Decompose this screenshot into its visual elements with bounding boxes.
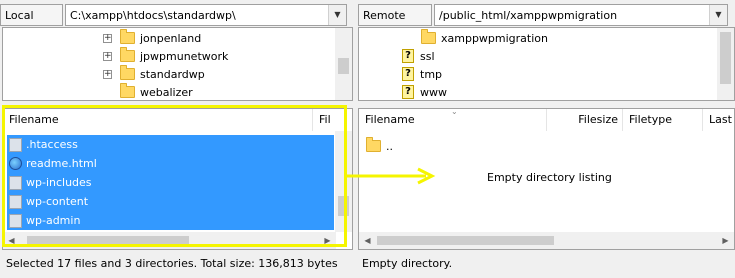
folder-icon	[120, 83, 135, 98]
remote-site-label: Remote site:	[358, 4, 432, 44]
annotation-arrow-icon	[346, 167, 436, 185]
tree-item-label: standardwp	[140, 67, 205, 81]
scroll-left-icon[interactable]: ◀	[359, 232, 376, 249]
tree-item-ssl[interactable]: ? ssl	[402, 47, 435, 65]
local-status-bar: Selected 17 files and 3 directories. Tot…	[6, 257, 338, 270]
column-header-last-modified[interactable]: Last	[703, 109, 734, 131]
scrollbar-thumb[interactable]	[720, 32, 731, 84]
remote-status-bar: Empty directory.	[362, 257, 453, 270]
local-site-bar: Local site: C:\xampp\htdocs\standardwp\ …	[0, 2, 353, 44]
remote-tree-scrollbar[interactable]	[717, 28, 734, 100]
expand-icon[interactable]: +	[103, 33, 112, 43]
remote-site-path-text: /public_html/xamppwpmigration	[439, 9, 618, 22]
chevron-down-icon[interactable]: ▼	[709, 5, 727, 25]
expand-icon[interactable]: +	[103, 51, 112, 61]
folder-icon	[120, 47, 135, 62]
tree-item-xamppwpmigration[interactable]: xamppwpmigration	[421, 29, 548, 47]
scroll-right-icon[interactable]: ▶	[717, 232, 734, 249]
tree-item-label: tmp	[420, 67, 443, 81]
tree-item-webalizer[interactable]: webalizer	[120, 83, 193, 100]
column-header-filename[interactable]: Filename	[359, 109, 547, 131]
folder-icon	[120, 65, 135, 80]
remote-directory-tree[interactable]: xamppwpmigration ? ssl ? tmp ? www	[358, 27, 735, 101]
parent-directory-row[interactable]: ..	[366, 137, 393, 155]
parent-directory-label: ..	[386, 139, 393, 153]
tree-item-www[interactable]: ? www	[402, 83, 447, 100]
unknown-icon: ?	[402, 49, 414, 63]
tree-item-label: ssl	[420, 49, 435, 63]
remote-site-bar: Remote site: /public_html/xamppwpmigrati…	[358, 2, 735, 44]
column-header-filesize[interactable]: Filesize	[547, 109, 623, 131]
local-tree-scrollbar[interactable]	[335, 28, 352, 100]
chevron-down-icon[interactable]: ▼	[328, 5, 346, 25]
folder-icon	[120, 29, 135, 44]
scrollbar-thumb[interactable]	[338, 58, 349, 74]
tree-item-jonpenland[interactable]: + jonpenland	[103, 29, 201, 47]
local-site-path-text: C:\xampp\htdocs\standardwp\	[70, 9, 236, 22]
local-site-label: Local site:	[0, 4, 63, 44]
tree-item-label: webalizer	[140, 85, 193, 99]
tree-item-label: xamppwpmigration	[441, 31, 548, 45]
folder-icon	[366, 137, 381, 152]
tree-item-label: jonpenland	[140, 31, 202, 45]
local-directory-tree[interactable]: + jonpenland + jpwpmunetwork + standardw…	[2, 27, 353, 101]
highlight-annotation-box	[2, 105, 347, 247]
folder-icon	[421, 29, 436, 44]
remote-site-path-combo[interactable]: /public_html/xamppwpmigration ▼	[434, 4, 728, 26]
tree-item-tmp[interactable]: ? tmp	[402, 65, 442, 83]
empty-listing-message: Empty directory listing	[487, 171, 612, 184]
local-site-path-combo[interactable]: C:\xampp\htdocs\standardwp\ ▼	[65, 4, 347, 26]
expand-icon[interactable]: +	[103, 69, 112, 79]
unknown-icon: ?	[402, 85, 414, 99]
scrollbar-thumb[interactable]	[377, 236, 554, 245]
remote-list-hscrollbar[interactable]: ◀ ▶	[359, 232, 734, 249]
tree-item-jpwpmunetwork[interactable]: + jpwpmunetwork	[103, 47, 228, 65]
tree-item-label: www	[420, 85, 447, 99]
column-header-filetype[interactable]: Filetype	[623, 109, 703, 131]
tree-item-label: jpwpmunetwork	[140, 49, 229, 63]
tree-item-standardwp[interactable]: + standardwp	[103, 65, 205, 83]
unknown-icon: ?	[402, 67, 414, 81]
